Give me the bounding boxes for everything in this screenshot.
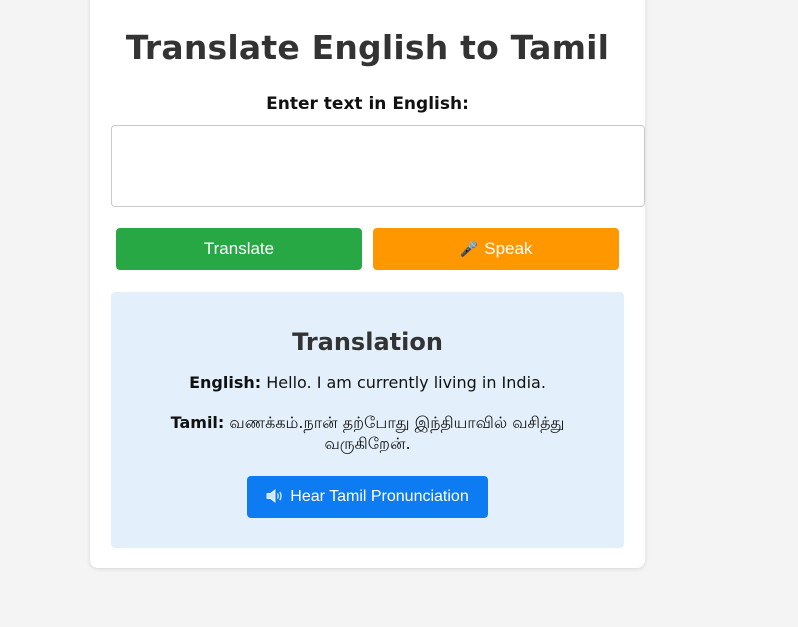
translate-button-label: Translate xyxy=(203,239,275,258)
tamil-result-line: Tamil: வணக்கம்.நான் தற்போது இந்தியாவில் … xyxy=(127,412,608,454)
english-text-input[interactable] xyxy=(111,125,645,207)
page-title: Translate English to Tamil xyxy=(125,28,610,67)
english-label: English: xyxy=(189,373,262,392)
translate-button[interactable]: Translate xyxy=(116,228,362,270)
translator-card: Translate English to Tamil Enter text in… xyxy=(90,0,645,568)
english-text: Hello. I am currently living in India. xyxy=(266,373,546,392)
tamil-text: வணக்கம்.நான் தற்போது இந்தியாவில் வசித்து… xyxy=(229,413,565,453)
result-title: Translation xyxy=(292,328,443,356)
microphone-icon: 🎤 xyxy=(459,240,479,258)
hear-pronunciation-button[interactable]: Hear Tamil Pronunciation xyxy=(247,476,488,518)
english-result-line: English: Hello. I am currently living in… xyxy=(127,372,608,393)
translation-result-panel: Translation English: Hello. I am current… xyxy=(111,292,624,548)
speak-button-label: Speak xyxy=(484,239,533,258)
hear-button-label: Hear Tamil Pronunciation xyxy=(290,488,469,505)
input-label: Enter text in English: xyxy=(266,94,469,114)
tamil-label: Tamil: xyxy=(170,413,225,432)
speak-button[interactable]: 🎤 Speak xyxy=(373,228,619,270)
speaker-icon xyxy=(266,488,284,506)
